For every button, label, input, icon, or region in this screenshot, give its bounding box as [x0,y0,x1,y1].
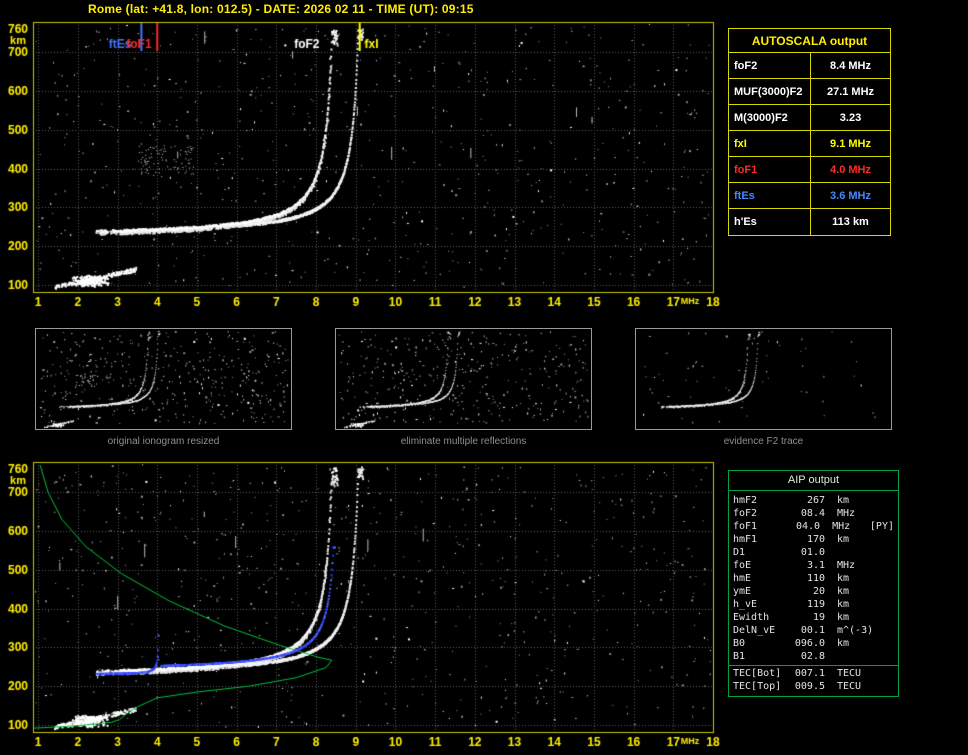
bottom-ionogram-profile-plot [0,456,724,754]
autoscala-row: fxI 9.1 MHz [729,131,890,157]
autoscala-row: h'Es 113 km [729,209,890,235]
autoscala-param-value: 27.1 MHz [826,85,875,98]
aip-param-unit: km [837,638,850,649]
aip-row: D1 01.0 [729,546,898,559]
aip-param-label: foE [733,560,752,571]
aip-row: B0 096.0 km [729,637,898,650]
aip-param-unit: km [837,534,850,545]
aip-param-value: 20 [812,586,825,597]
aip-param-label: Ewidth [733,612,770,623]
aip-param-label: B1 [733,651,746,662]
aip-param-value: 009.5 [794,681,825,692]
aip-row: TEC[Top] 009.5 TECU [729,680,898,693]
aip-param-value: 3.1 [806,560,825,571]
aip-param-value: 08.4 [800,508,825,519]
aip-row: hmF2 267 km [729,494,898,507]
autoscala-param-value: 3.6 MHz [830,189,871,202]
aip-param-label: foF2 [733,508,758,519]
autoscala-row: ftEs 3.6 MHz [729,183,890,209]
autoscala-row: foF1 4.0 MHz [729,157,890,183]
autoscala-param-label: fxI [729,131,811,156]
aip-param-value: 110 [806,573,825,584]
autoscala-param-label: h'Es [729,209,811,235]
thumbnail-no-reflections-caption: eliminate multiple reflections [400,436,527,447]
aip-param-label: D1 [733,547,746,558]
aip-param-label: hmF2 [733,495,758,506]
aip-param-unit: km [837,612,850,623]
aip-row: ymE 20 km [729,585,898,598]
autoscala-param-value: 9.1 MHz [830,137,871,150]
thumbnail-f2-trace-caption: evidence F2 trace [723,436,804,447]
top-ionogram-plot [0,16,724,316]
autoscala-panel-title: AUTOSCALA output [729,29,890,53]
thumbnail-original-ionogram: original ionogram resized [35,328,292,447]
thumbnail-f2-trace-canvas [635,328,892,430]
autoscala-param-label: MUF(3000)F2 [729,79,811,104]
aip-param-value: 267 [806,495,825,506]
aip-param-label: foF1 [733,521,758,532]
aip-param-unit: m^(-3) [837,625,874,636]
aip-row: B1 02.8 [729,650,898,663]
autoscala-row: MUF(3000)F2 27.1 MHz [729,79,890,105]
aip-row: foE 3.1 MHz [729,559,898,572]
aip-row: DelN_vE 00.1 m^(-3) [729,624,898,637]
thumbnail-f2-trace: evidence F2 trace [635,328,892,447]
aip-row: TEC[Bot] 007.1 TECU [729,665,898,680]
aip-row: hmF1 170 km [729,533,898,546]
aip-param-label: TEC[Top] [733,681,782,692]
aip-param-unit: MHz [837,560,856,571]
aip-param-value: 02.8 [800,651,825,662]
aip-param-value: 007.1 [794,668,825,679]
aip-output-panel: AIP output hmF2 267 km foF2 08.4 MHz foF1 04.0 M… [728,470,899,697]
aip-row: foF1 04.0 MHz [PY] [729,520,898,533]
aip-param-unit: MHz [837,508,856,519]
autoscala-row: M(3000)F2 3.23 [729,105,890,131]
aip-param-label: TEC[Bot] [733,668,782,679]
aip-row: hmE 110 km [729,572,898,585]
autoscala-param-value: 8.4 MHz [830,59,871,72]
autoscala-param-value: 4.0 MHz [830,163,871,176]
aip-param-label: hmE [733,573,752,584]
aip-param-value: 096.0 [794,638,825,649]
aip-param-label: DelN_vE [733,625,776,636]
autoscala-param-label: foF1 [729,157,811,182]
aip-param-unit: km [837,599,850,610]
autoscala-param-value: 113 km [832,216,869,228]
aip-param-label: h_vE [733,599,758,610]
aip-param-value: 19 [812,612,825,623]
aip-param-label: hmF1 [733,534,758,545]
thumbnail-original-caption: original ionogram resized [107,436,220,447]
aip-param-unit: km [837,586,850,597]
autoscala-param-value: 3.23 [839,111,862,124]
thumbnail-no-reflections-canvas [335,328,592,430]
autoscala-param-label: foF2 [729,53,811,78]
autoscala-param-label: M(3000)F2 [729,105,811,130]
aip-param-unit: km [837,495,850,506]
aip-param-label: ymE [733,586,752,597]
aip-param-unit: km [837,573,850,584]
aip-param-value: 119 [806,599,825,610]
aip-param-note: [PY] [869,521,894,532]
aip-param-value: 01.0 [800,547,825,558]
aip-param-unit: TECU [837,668,862,679]
aip-row: foF2 08.4 MHz [729,507,898,520]
autoscala-row: foF2 8.4 MHz [729,53,890,79]
thumbnail-original-canvas [35,328,292,430]
aip-param-unit: TECU [837,681,862,692]
autoscala-output-panel: AUTOSCALA output foF2 8.4 MHz MUF(3000)F2 2… [728,28,891,236]
aip-param-value: 00.1 [800,625,825,636]
aip-row: Ewidth 19 km [729,611,898,624]
header-title: Rome (lat: +41.8, lon: 012.5) - DATE: 20… [88,2,474,16]
autoscala-param-label: ftEs [729,183,811,208]
aip-panel-title: AIP output [729,471,898,491]
aip-row: h_vE 119 km [729,598,898,611]
aip-param-value: 04.0 [795,521,821,532]
aip-param-label: B0 [733,638,746,649]
aip-param-unit: MHz [832,521,851,532]
thumbnail-no-reflections: eliminate multiple reflections [335,328,592,447]
aip-param-value: 170 [806,534,825,545]
aip-rows: hmF2 267 km foF2 08.4 MHz foF1 04.0 MHz [PY] hmF1 1… [729,494,898,693]
autoscala-rows: foF2 8.4 MHz MUF(3000)F2 27.1 MHz M(3000)F2 3… [729,53,890,235]
